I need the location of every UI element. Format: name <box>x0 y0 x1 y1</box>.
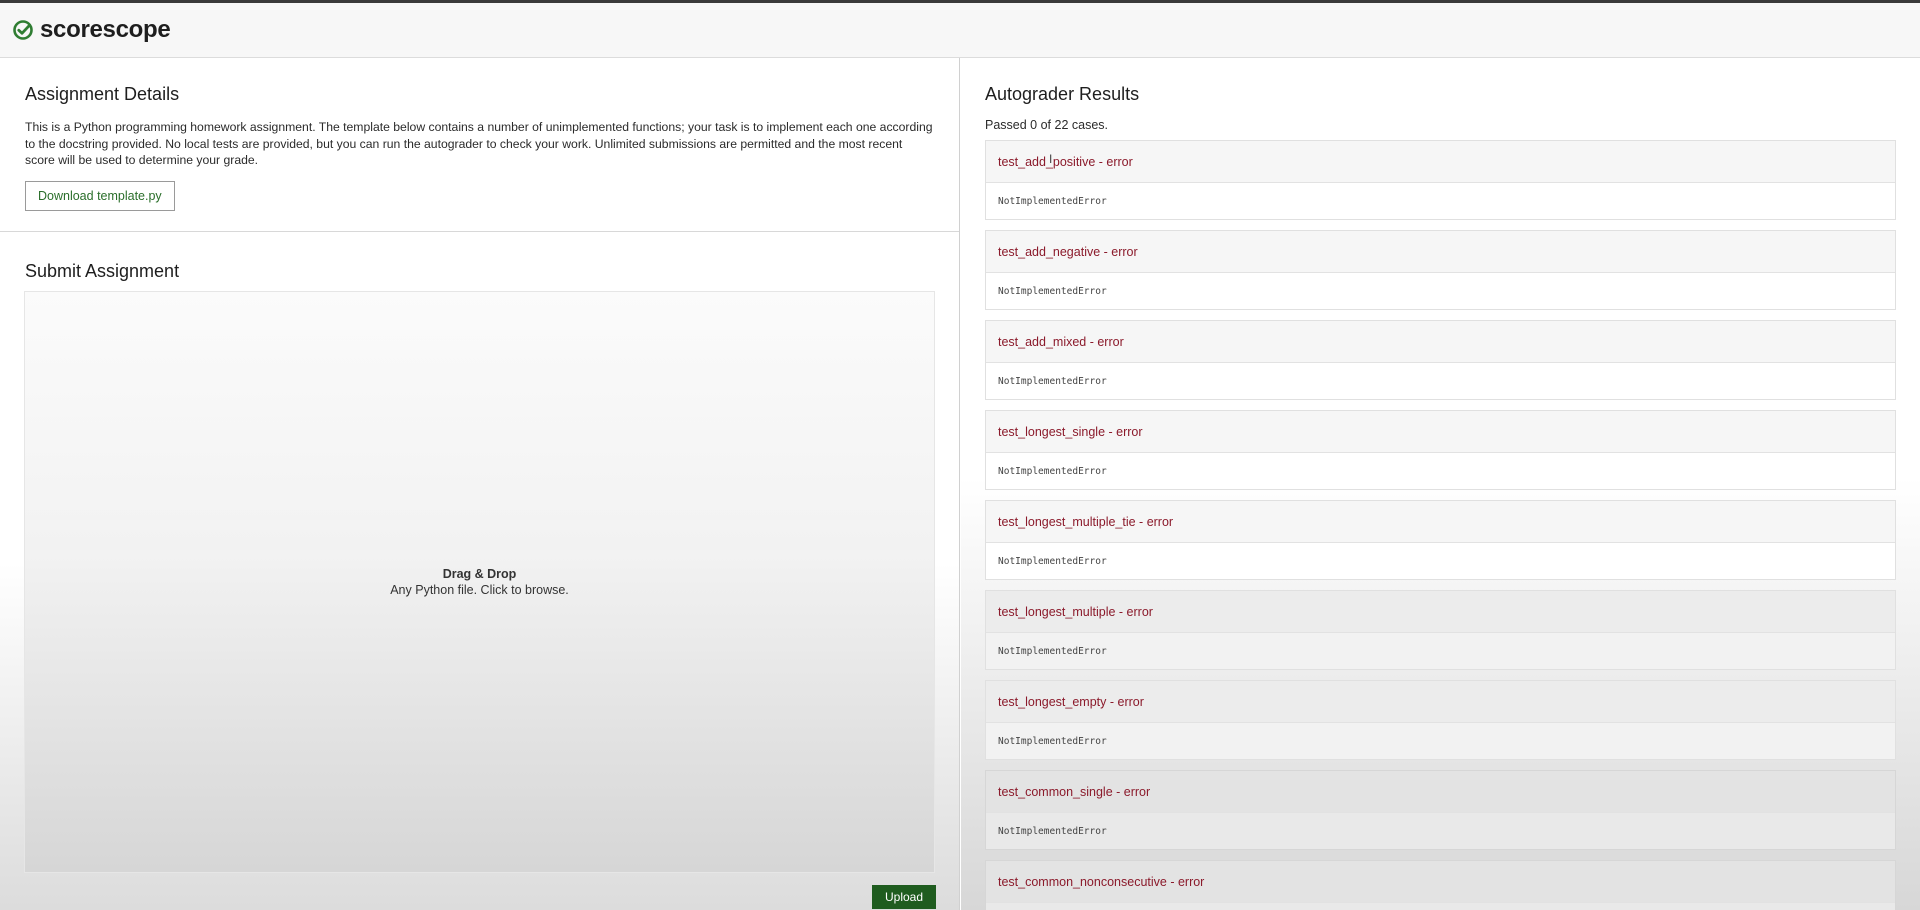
test-case-header[interactable]: test_common_single - error <box>986 771 1895 813</box>
submit-assignment-title: Submit Assignment <box>25 261 180 281</box>
autograder-results-panel: Autograder Results Passed 0 of 22 cases.… <box>961 58 1920 910</box>
test-case-message: NotImplementedError <box>998 285 1107 297</box>
test-case-item: test_common_nonconsecutive - error <box>985 860 1896 910</box>
test-case-header[interactable]: test_add_positive - error <box>986 141 1895 183</box>
test-case-header[interactable]: test_longest_multiple_tie - error <box>986 501 1895 543</box>
test-case-header[interactable]: test_add_mixed - error <box>986 321 1895 363</box>
dropzone-subtitle: Any Python file. Click to browse. <box>390 583 569 597</box>
check-circle-icon <box>12 19 34 41</box>
test-case-item: test_longest_single - error NotImplement… <box>985 410 1896 490</box>
top-bar: scorescope <box>0 0 1920 58</box>
test-case-message: NotImplementedError <box>998 735 1107 747</box>
test-case-item: test_common_single - error NotImplemente… <box>985 770 1896 850</box>
test-case-header[interactable]: test_longest_empty - error <box>986 681 1895 723</box>
test-case-header[interactable]: test_longest_multiple - error <box>986 591 1895 633</box>
test-case-item: test_add_mixed - error NotImplementedErr… <box>985 320 1896 400</box>
text-cursor-icon: I <box>1049 152 1053 166</box>
test-case-item: test_add_negative - error NotImplemented… <box>985 230 1896 310</box>
dropzone-title: Drag & Drop <box>442 567 517 581</box>
test-case-message: NotImplementedError <box>998 555 1107 567</box>
test-case-header[interactable]: test_add_negative - error <box>986 231 1895 273</box>
test-case-header[interactable]: test_longest_single - error <box>986 411 1895 453</box>
upload-button[interactable]: Upload <box>872 885 936 909</box>
submit-assignment-section: Submit Assignment Drag & Drop Any Python… <box>0 233 959 910</box>
test-case-item: test_longest_empty - error NotImplemente… <box>985 680 1896 760</box>
left-panel: Assignment Details This is a Python prog… <box>0 58 960 910</box>
test-case-message: NotImplementedError <box>998 375 1107 387</box>
file-dropzone[interactable]: Drag & Drop Any Python file. Click to br… <box>24 291 935 873</box>
test-case-message: NotImplementedError <box>998 465 1107 477</box>
results-summary: Passed 0 of 22 cases. <box>985 118 1108 132</box>
assignment-description: This is a Python programming homework as… <box>25 120 933 167</box>
test-case-message: NotImplementedError <box>998 645 1107 657</box>
test-case-item: test_longest_multiple - error NotImpleme… <box>985 590 1896 670</box>
test-case-message: NotImplementedError <box>998 195 1107 207</box>
test-case-header[interactable]: test_common_nonconsecutive - error <box>986 861 1895 903</box>
assignment-details-title: Assignment Details <box>25 84 180 104</box>
assignment-details-section: Assignment Details This is a Python prog… <box>0 58 959 232</box>
test-case-item: test_add_positive - error NotImplemented… <box>985 140 1896 220</box>
test-case-message <box>986 903 1895 910</box>
test-case-message: NotImplementedError <box>998 825 1107 837</box>
app-logo-text[interactable]: scorescope <box>40 16 171 44</box>
autograder-results-title: Autograder Results <box>985 84 1140 104</box>
test-case-item: test_longest_multiple_tie - error NotImp… <box>985 500 1896 580</box>
download-template-button[interactable]: Download template.py <box>25 180 175 211</box>
test-case-list: test_add_positive - error NotImplemented… <box>985 140 1896 910</box>
